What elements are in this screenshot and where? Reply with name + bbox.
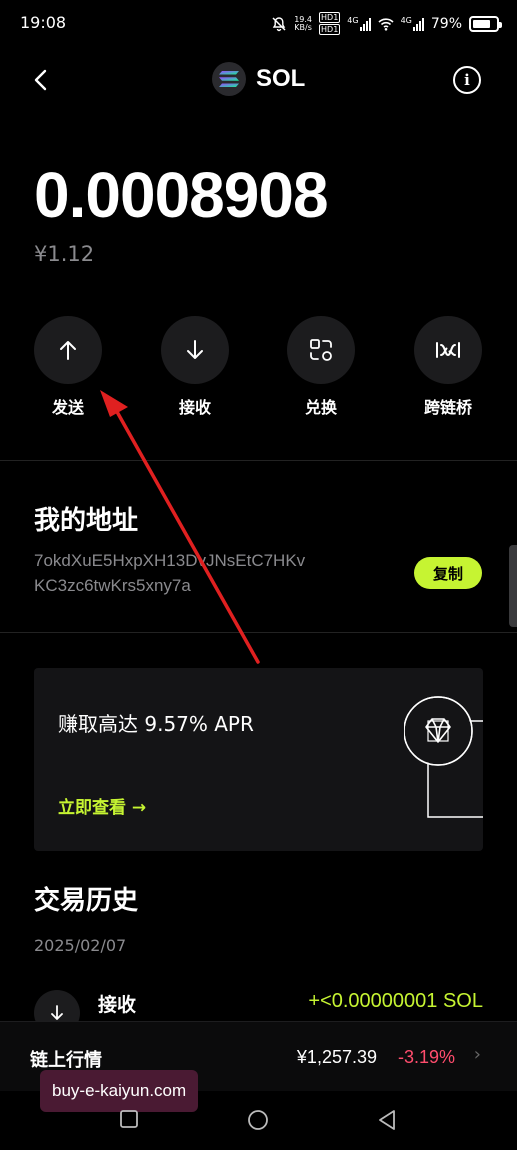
receive-button[interactable]: 接收 xyxy=(145,316,245,418)
address-line-2: KC3zc6twKrs5xny7a xyxy=(34,576,191,595)
tx-type[interactable]: 接收 xyxy=(98,990,136,1017)
chevron-right-icon: › xyxy=(473,1044,481,1065)
hd-badge-2: HD1 xyxy=(319,24,341,35)
header: SOL i xyxy=(0,56,517,104)
arrow-down-icon xyxy=(187,340,203,359)
divider-1 xyxy=(0,460,517,461)
signal-2: 4G xyxy=(400,15,424,31)
side-handle[interactable] xyxy=(509,545,517,627)
wifi-icon xyxy=(378,17,394,31)
swap-grid-icon xyxy=(310,339,332,361)
info-button[interactable]: i xyxy=(453,66,481,94)
signal-1: 4G xyxy=(347,15,371,31)
battery-percent: 79% xyxy=(430,15,462,32)
hd-badge-1: HD1 xyxy=(319,12,341,23)
system-nav-bar xyxy=(0,1095,517,1150)
bell-muted-icon xyxy=(272,16,286,31)
balance-fiat: ¥1.12 xyxy=(34,242,95,266)
back-button[interactable] xyxy=(28,66,56,94)
page-title: SOL xyxy=(256,65,306,92)
swap-circle xyxy=(287,316,355,384)
net-speed: 19.4 KB/s xyxy=(294,15,312,32)
swap-button[interactable]: 兑换 xyxy=(271,316,371,418)
net-speed-unit: KB/s xyxy=(294,22,312,32)
recents-icon[interactable] xyxy=(119,1109,139,1129)
signal-bars-2-icon xyxy=(412,17,424,31)
send-button[interactable]: 发送 xyxy=(18,316,118,418)
bridge-label: 跨链桥 xyxy=(423,398,472,417)
bridge-button[interactable]: 跨链桥 xyxy=(398,316,498,418)
balance-amount: 0.0008908 xyxy=(34,159,329,231)
hd-badges: HD1 HD1 xyxy=(319,12,341,35)
receive-circle xyxy=(161,316,229,384)
send-label: 发送 xyxy=(51,398,84,417)
tx-amount: +<0.00000001 SOL xyxy=(308,990,483,1012)
status-icons: 19.4 KB/s HD1 HD1 4G 4G 79% xyxy=(271,12,502,35)
staking-promo-card[interactable]: 赚取高达 9.57% APR 立即查看 → xyxy=(34,668,483,851)
history-date: 2025/02/07 xyxy=(34,936,127,955)
history-title: 交易历史 xyxy=(34,886,139,916)
bridge-circle xyxy=(414,316,482,384)
send-circle xyxy=(34,316,102,384)
arrow-up-icon xyxy=(60,341,76,360)
net-type-2: 4G xyxy=(400,15,412,25)
address-title: 我的地址 xyxy=(34,506,139,536)
divider-2 xyxy=(0,632,517,633)
title-wrap: SOL xyxy=(212,62,305,96)
arrow-down-icon xyxy=(51,1005,63,1020)
home-icon[interactable] xyxy=(247,1109,269,1131)
chevron-left-icon xyxy=(34,69,47,91)
bridge-icon xyxy=(436,342,460,358)
promo-link[interactable]: 立即查看 → xyxy=(58,793,146,818)
copy-button[interactable]: 复制 xyxy=(414,557,482,589)
market-price: ¥1,257.39 xyxy=(296,1047,377,1067)
battery-icon xyxy=(469,15,502,32)
receive-label: 接收 xyxy=(178,398,211,417)
info-icon: i xyxy=(464,71,470,89)
market-label: 链上行情 xyxy=(30,1050,102,1071)
battery-fill xyxy=(473,19,490,28)
swap-label: 兑换 xyxy=(304,398,337,417)
market-change: -3.19% xyxy=(397,1047,455,1067)
address-line-1: 7okdXuE5HxpXH13DvJNsEtC7HKv xyxy=(34,551,306,570)
status-time: 19:08 xyxy=(20,13,67,32)
back-nav-icon[interactable] xyxy=(377,1109,397,1131)
net-type-1: 4G xyxy=(347,15,359,25)
solana-logo-icon xyxy=(212,62,246,96)
promo-title: 赚取高达 9.57% APR xyxy=(58,712,254,736)
status-bar: 19:08 19.4 KB/s HD1 HD1 4G 4G 79% xyxy=(0,0,517,46)
signal-bars-1-icon xyxy=(359,17,371,31)
diamond-promo-icon xyxy=(404,696,483,818)
